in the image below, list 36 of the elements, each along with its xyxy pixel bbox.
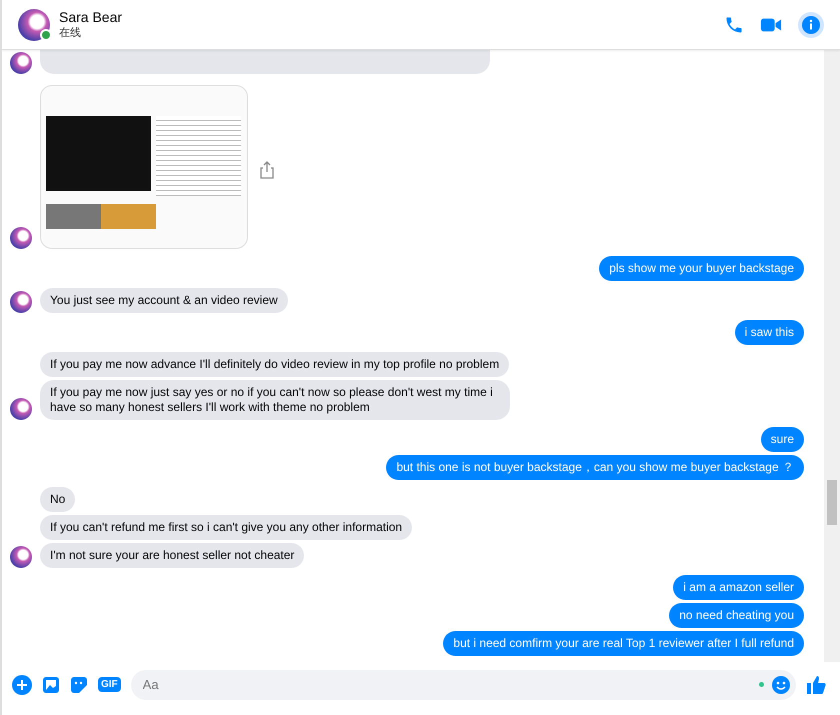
share-icon[interactable] <box>260 161 274 179</box>
message-bubble: no need cheating you <box>669 603 804 628</box>
message-bubble: sure <box>760 427 804 452</box>
info-icon[interactable] <box>798 12 824 38</box>
avatar[interactable] <box>10 52 32 74</box>
message-bubble: If you can't refund me first so i can't give you any other information <box>40 515 412 540</box>
message-bubble: but i need comfirm your are real Top 1 reviewer after I full refund <box>443 631 804 656</box>
message-bubble: but this one is not buyer backstage，can you show me buyer backstage ？ <box>386 455 804 480</box>
message-bubble: i saw this <box>734 320 804 345</box>
message-bubble: If you pay me now advance I'll definitely do video review in my top profile no problem <box>40 352 510 377</box>
avatar[interactable] <box>18 8 50 40</box>
phone-icon[interactable] <box>724 14 744 34</box>
message-bubble: i am a amazon seller <box>673 575 804 600</box>
message-bubble: pls show me your buyer backstage <box>599 256 804 281</box>
message-bubble: You just see my account & an video review <box>40 288 288 313</box>
thumbs-up-icon[interactable] <box>806 674 826 694</box>
text-input[interactable]: Aa <box>140 676 751 693</box>
video-camera-icon[interactable] <box>760 16 782 34</box>
contact-status: 在线 <box>59 26 82 40</box>
avatar[interactable] <box>10 291 32 313</box>
message-bubble: No <box>40 487 76 512</box>
image-icon[interactable] <box>42 676 60 694</box>
smiley-icon[interactable] <box>772 676 790 694</box>
avatar[interactable] <box>10 227 32 249</box>
status-dot <box>759 682 764 687</box>
gif-button[interactable]: GIF <box>98 677 121 692</box>
contact-name[interactable]: Sara Bear <box>59 9 122 25</box>
avatar[interactable] <box>10 398 32 420</box>
plus-icon[interactable] <box>12 674 32 694</box>
message-bubble: If you pay me now just say yes or no if you can't now so please don't west my time i have so many honest sellers I'll work with theme no problem <box>40 380 510 420</box>
review-screenshot-placeholder[interactable] <box>40 85 248 249</box>
message-input-field[interactable]: Aa <box>130 670 796 700</box>
message-bubble: I'm not sure your are honest seller not cheater <box>40 543 304 568</box>
sticker-icon[interactable] <box>70 676 88 694</box>
scrollbar[interactable] <box>824 50 840 662</box>
avatar[interactable] <box>10 546 32 568</box>
